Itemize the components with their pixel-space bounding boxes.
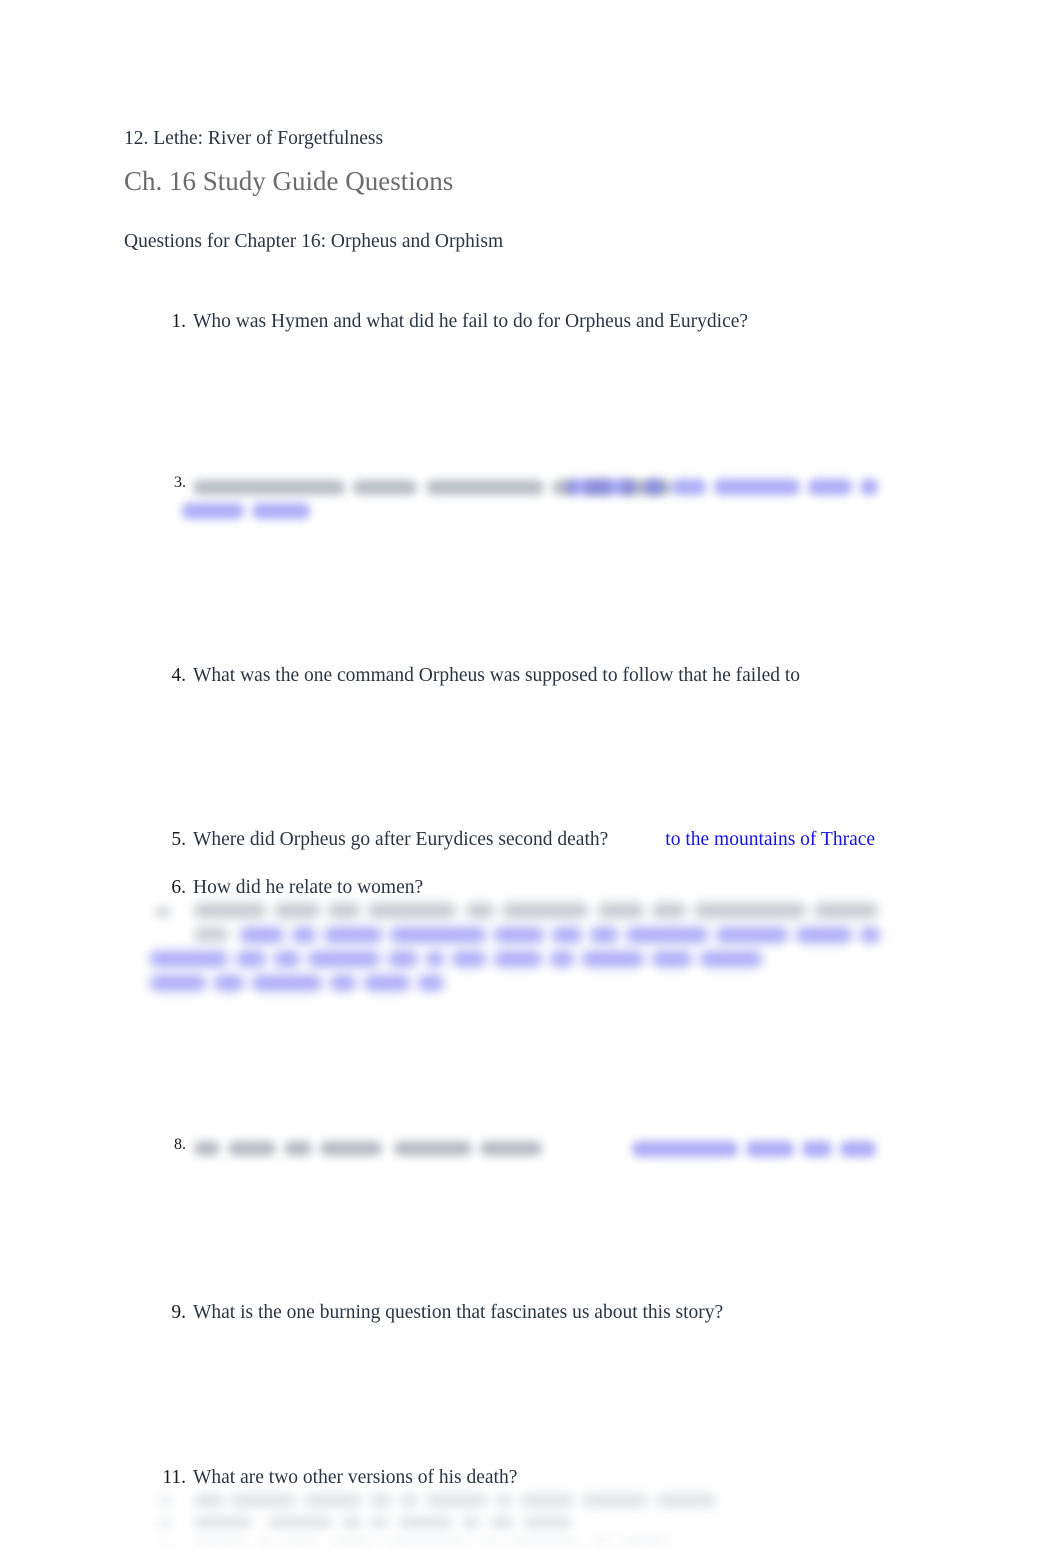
list-item-number: 4. — [171, 665, 186, 686]
list-item: 11. What are two other versions of his d… — [150, 1465, 890, 1490]
list-item-number: 5. — [171, 829, 186, 850]
bottom-fade — [0, 1522, 1062, 1556]
page-subtitle: Questions for Chapter 16: Orpheus and Or… — [124, 231, 504, 252]
list-item-number: 1. — [171, 311, 186, 332]
list-item-text: What was the one command Orpheus was sup… — [193, 665, 801, 686]
list-item-text: Where did Orpheus go after Eurydices sec… — [193, 829, 609, 850]
list-item: 9. What is the one burning question that… — [150, 1300, 890, 1325]
list-item-number: 3. — [174, 474, 186, 491]
list-item-number: 6. — [171, 877, 186, 898]
list-item-number: 8. — [174, 1136, 186, 1153]
list-item: 5. Where did Orpheus go after Eurydices … — [150, 827, 890, 852]
list-item-number: 9. — [171, 1302, 186, 1323]
list-item-text: What is the one burning question that fa… — [193, 1302, 724, 1323]
document-page: 12. Lethe: River of Forgetfulness Ch. 16… — [0, 0, 1062, 1556]
list-item-answer: to the mountains of Thrace — [665, 829, 876, 850]
list-item: 8. — [150, 1136, 895, 1166]
list-item-text: What are two other versions of his death… — [193, 1467, 518, 1488]
page-title: Ch. 16 Study Guide Questions — [124, 166, 454, 196]
list-item: 3. — [150, 474, 895, 526]
list-item — [150, 899, 895, 995]
list-item-number: 11. — [162, 1467, 186, 1488]
list-item-text: How did he relate to women? — [193, 877, 424, 898]
list-item: 1. Who was Hymen and what did he fail to… — [150, 309, 890, 334]
list-item: 6. How did he relate to women? — [150, 875, 890, 900]
carryover-line: 12. Lethe: River of Forgetfulness — [124, 128, 384, 149]
list-item: 4. What was the one command Orpheus was … — [150, 663, 890, 688]
list-item-text: Who was Hymen and what did he fail to do… — [193, 311, 749, 332]
